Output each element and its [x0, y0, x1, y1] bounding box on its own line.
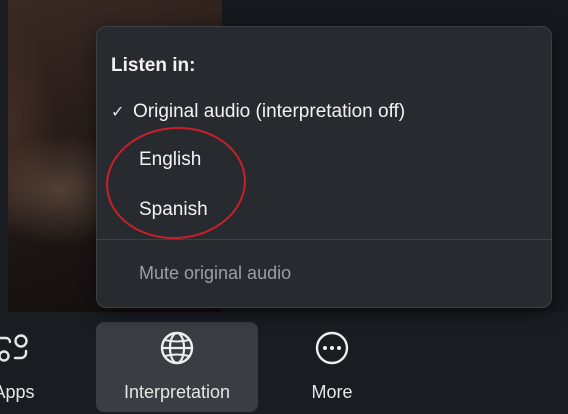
menu-item-label: Mute original audio [139, 263, 292, 283]
more-button[interactable]: More [290, 322, 374, 412]
menu-item-spanish[interactable]: Spanish [139, 199, 208, 221]
checkmark-icon: ✓ [111, 104, 125, 121]
apps-button[interactable]: Apps [0, 322, 58, 412]
meeting-toolbar [0, 312, 568, 414]
menu-item-label: English [139, 149, 202, 170]
menu-item-english[interactable]: English [139, 149, 201, 171]
interpretation-label: Interpretation [123, 382, 231, 402]
divider [97, 239, 551, 240]
interpretation-button[interactable]: Interpretation [96, 322, 258, 412]
apps-icon [0, 330, 36, 366]
interpretation-popup: Listen in: ✓ Original audio (interpretati… [96, 26, 552, 308]
window-edge [0, 0, 8, 314]
popup-heading: Listen in: [111, 55, 196, 76]
more-icon [312, 330, 352, 366]
menu-item-label: Spanish [139, 199, 208, 220]
globe-icon [157, 330, 197, 366]
menu-item-label: Original audio (interpretation off) [133, 101, 406, 122]
menu-item-original-audio[interactable]: ✓ Original audio (interpretation off) [111, 101, 405, 123]
meeting-window: Apps Interpretation More Listen in: [0, 0, 568, 414]
mute-original-audio-button[interactable]: Mute original audio [139, 263, 291, 284]
apps-label: Apps [0, 382, 35, 402]
more-label: More [311, 382, 353, 402]
